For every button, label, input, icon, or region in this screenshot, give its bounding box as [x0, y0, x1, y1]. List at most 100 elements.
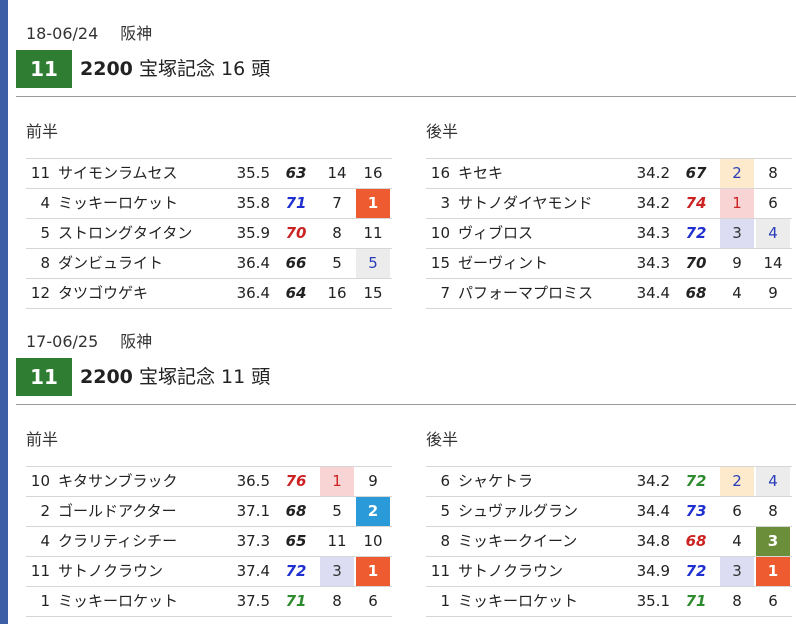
speed-index: 73 [685, 502, 707, 520]
race-title: 2200 宝塚記念 16 頭 [80, 50, 270, 88]
horse-name: クラリティシチー [58, 532, 178, 550]
horse-number: 8 [40, 254, 50, 272]
horse-name: タツゴウゲキ [58, 284, 149, 302]
divider [16, 404, 796, 405]
speed-index: 63 [285, 164, 307, 182]
rank-cell: 3 [320, 557, 354, 586]
split-time: 34.4 [636, 284, 670, 302]
table-row[interactable]: 8 ダンビュライト 36.4 66 5 5 [26, 249, 392, 279]
race-block: 17-06/25 阪神 11 2200 宝塚記念 11 頭 前半 後半 10 キタサ… [16, 308, 796, 624]
horse-name: ゼーヴィント [458, 254, 549, 272]
rank-cell: 8 [732, 592, 742, 610]
split-time: 36.4 [236, 254, 270, 272]
speed-index: 70 [285, 224, 307, 242]
table-row[interactable]: 1 ミッキーロケット 37.5 71 8 6 [26, 587, 392, 617]
split-time: 36.5 [236, 472, 270, 490]
race-date-line: 18-06/24 阪神 [26, 20, 152, 44]
split-time: 34.2 [636, 164, 670, 182]
speed-index: 72 [685, 224, 707, 242]
race-title: 2200 宝塚記念 11 頭 [80, 358, 270, 396]
table-row[interactable]: 6 シャケトラ 34.2 72 2 4 [426, 467, 792, 497]
horse-number: 16 [430, 164, 450, 182]
table-row[interactable]: 5 ストロングタイタン 35.9 70 8 11 [26, 219, 392, 249]
horse-name: ミッキークイーン [458, 532, 578, 550]
first-half-label: 前半 [26, 122, 59, 141]
horse-number: 1 [40, 592, 50, 610]
speed-index: 74 [685, 194, 707, 212]
horse-number: 15 [430, 254, 450, 272]
horse-number: 2 [40, 502, 50, 520]
rank-cell: 2 [720, 159, 754, 188]
finish-position-cell: 9 [768, 284, 778, 302]
horse-number: 7 [440, 284, 450, 302]
speed-index: 68 [685, 284, 707, 302]
speed-index: 71 [285, 592, 307, 610]
horse-number: 3 [440, 194, 450, 212]
horse-name: ミッキーロケット [458, 592, 579, 610]
table-row[interactable]: 4 クラリティシチー 37.3 65 11 10 [26, 527, 392, 557]
left-accent-bar [0, 0, 8, 624]
table-row[interactable]: 2 ゴールドアクター 37.1 68 5 2 [26, 497, 392, 527]
finish-position-cell: 9 [368, 472, 378, 490]
horse-name: サトノダイヤモンド [458, 194, 593, 212]
speed-index: 72 [685, 472, 707, 490]
table-row[interactable]: 3 サトノダイヤモンド 34.2 74 1 6 [426, 189, 792, 219]
finish-position-cell: 16 [363, 164, 383, 182]
table-row[interactable]: 12 タツゴウゲキ 36.4 64 16 15 [26, 279, 392, 309]
horse-name: ヴィブロス [458, 224, 534, 242]
second-half-table: 6 シャケトラ 34.2 72 2 4 5 シュヴァルグラン 34.4 73 6 8 8 ミッキークイーン… [426, 466, 792, 617]
table-row[interactable]: 8 ミッキークイーン 34.8 68 4 3 [426, 527, 792, 557]
table-row[interactable]: 11 サトノクラウン 34.9 72 3 1 [426, 557, 792, 587]
finish-position-cell: 1 [756, 557, 790, 586]
split-time: 34.2 [636, 472, 670, 490]
horse-number: 6 [440, 472, 450, 490]
rank-cell: 14 [327, 164, 347, 182]
rank-cell: 5 [332, 254, 342, 272]
table-row[interactable]: 5 シュヴァルグラン 34.4 73 6 8 [426, 497, 792, 527]
finish-position-cell: 10 [363, 532, 383, 550]
finish-position-cell: 8 [768, 164, 778, 182]
horse-number: 10 [30, 472, 50, 490]
speed-index: 67 [685, 164, 707, 182]
horse-number: 1 [440, 592, 450, 610]
split-time: 34.4 [636, 502, 670, 520]
split-time: 34.3 [636, 224, 670, 242]
race-block: 18-06/24 阪神 11 2200 宝塚記念 16 頭 前半 後半 11 サイモ… [16, 0, 796, 310]
horse-name: キセキ [458, 164, 504, 182]
finish-position-cell: 3 [756, 527, 790, 556]
speed-index: 71 [685, 592, 707, 610]
divider [16, 96, 796, 97]
finish-position-cell: 11 [363, 224, 383, 242]
horse-name: ゴールドアクター [58, 502, 177, 520]
finish-position-cell: 2 [356, 497, 390, 526]
rank-cell: 4 [732, 532, 742, 550]
finish-position-cell: 6 [768, 194, 778, 212]
finish-position-cell: 1 [356, 557, 390, 586]
rank-cell: 11 [327, 532, 347, 550]
table-row[interactable]: 10 ヴィブロス 34.3 72 3 4 [426, 219, 792, 249]
race-distance: 2200 [80, 58, 133, 80]
split-time: 35.1 [636, 592, 670, 610]
table-row[interactable]: 11 サトノクラウン 37.4 72 3 1 [26, 557, 392, 587]
race-venue: 阪神 [120, 332, 153, 351]
split-time: 35.5 [236, 164, 270, 182]
table-row[interactable]: 10 キタサンブラック 36.5 76 1 9 [26, 467, 392, 497]
table-row[interactable]: 1 ミッキーロケット 35.1 71 8 6 [426, 587, 792, 617]
speed-index: 72 [285, 562, 307, 580]
horse-name: キタサンブラック [58, 472, 178, 490]
horse-name: ミッキーロケット [58, 592, 179, 610]
finish-position-cell: 4 [756, 467, 790, 496]
race-number-badge: 11 [16, 358, 72, 396]
horse-number: 11 [30, 164, 50, 182]
table-row[interactable]: 11 サイモンラムセス 35.5 63 14 16 [26, 159, 392, 189]
rank-cell: 8 [332, 224, 342, 242]
horse-name: シャケトラ [458, 472, 534, 490]
table-row[interactable]: 4 ミッキーロケット 35.8 71 7 1 [26, 189, 392, 219]
finish-position-cell: 1 [356, 189, 390, 218]
rank-cell: 3 [720, 557, 754, 586]
speed-index: 64 [285, 284, 307, 302]
table-row[interactable]: 7 パフォーマプロミス 34.4 68 4 9 [426, 279, 792, 309]
table-row[interactable]: 16 キセキ 34.2 67 2 8 [426, 159, 792, 189]
race-number-badge: 11 [16, 50, 72, 88]
table-row[interactable]: 15 ゼーヴィント 34.3 70 9 14 [426, 249, 792, 279]
